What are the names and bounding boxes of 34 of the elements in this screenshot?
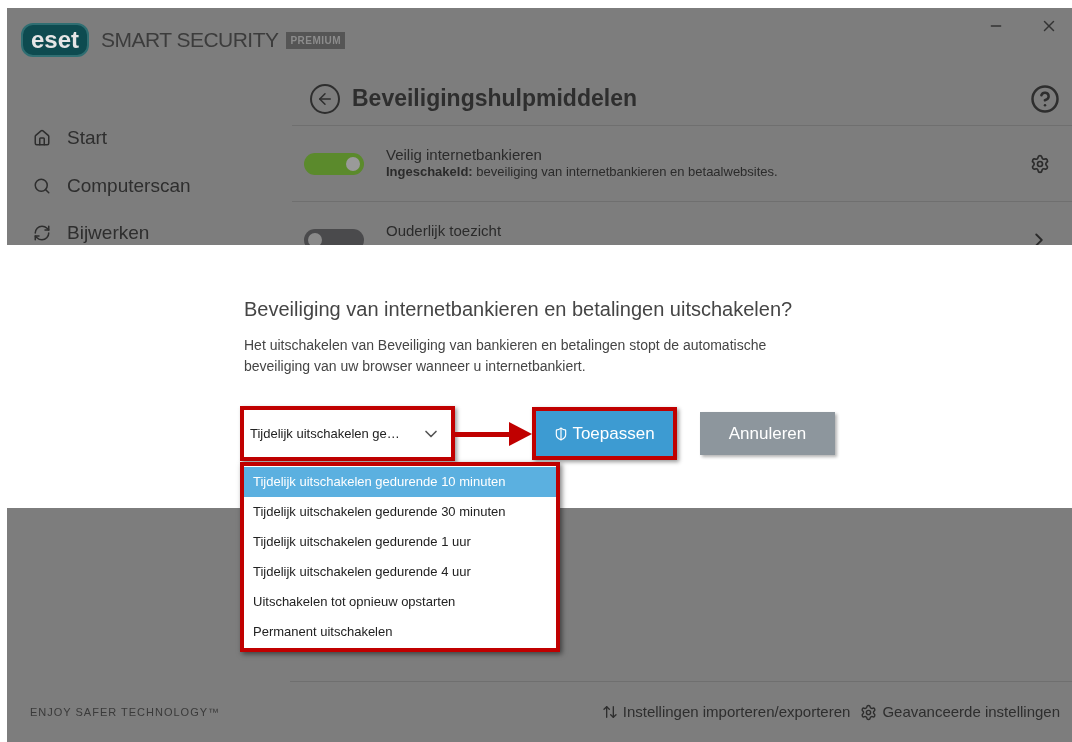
footer-link[interactable]: Instellingen importeren/exporteren [601, 700, 851, 724]
tool-name: Ouderlijk toezicht [386, 222, 503, 240]
settings-icon [860, 703, 878, 721]
toggle-switch[interactable] [304, 229, 364, 245]
sidebar-item[interactable]: Bijwerken [33, 219, 292, 245]
toggle-switch[interactable] [304, 152, 364, 175]
up-down-arrows-icon [601, 704, 618, 720]
dropdown-option[interactable]: Tijdelijk uitschakelen gedurende 30 minuten [244, 497, 556, 527]
tool-name: Veilig internetbankieren [386, 146, 543, 164]
shield-icon [554, 426, 569, 441]
refresh-icon [33, 224, 51, 243]
dialog-title: Beveiliging van internetbankieren en betalingen uitschakelen? [244, 297, 794, 321]
duration-dropdown[interactable]: Tijdelijk uitschakelen ge… [240, 406, 455, 461]
logo: eset [21, 23, 90, 57]
dropdown-option[interactable]: Tijdelijk uitschakelen gedurende 10 minuten [244, 467, 556, 497]
back-button[interactable] [310, 83, 340, 114]
dropdown-option[interactable]: Permanent uitschakelen [244, 617, 556, 647]
dialog-message: Het uitschakelen van Beveiliging van bankieren en betalingen stopt de automatische beveiliging van uw browser wanneer u internetbankiert. [244, 336, 768, 376]
tool-description: Ingeschakeld: beveiliging van internetbankieren en betaalwebsites. [386, 164, 779, 180]
product-name: SMART SECURITY [101, 27, 279, 54]
search-icon [33, 176, 51, 195]
sidebar-item[interactable]: Computerscan [33, 171, 292, 200]
cancel-button[interactable]: Annuleren [700, 412, 835, 455]
home-icon [33, 129, 51, 148]
settings-icon[interactable] [1030, 153, 1050, 174]
footer-link[interactable]: Geavanceerde instellingen [860, 700, 1060, 724]
help-icon[interactable] [1030, 83, 1060, 114]
dropdown-option[interactable]: Tijdelijk uitschakelen gedurende 1 uur [244, 527, 556, 557]
apply-button[interactable]: Toepassen [532, 407, 677, 460]
page-title: Beveiligingshulpmiddelen [352, 84, 637, 114]
dropdown-option[interactable]: Uitschakelen tot opnieuw opstarten [244, 587, 556, 617]
sidebar-item[interactable]: Start [33, 124, 292, 153]
dropdown-option[interactable]: Tijdelijk uitschakelen gedurende 4 uur [244, 557, 556, 587]
tagline: ENJOY SAFER TECHNOLOGY™ [30, 704, 221, 720]
